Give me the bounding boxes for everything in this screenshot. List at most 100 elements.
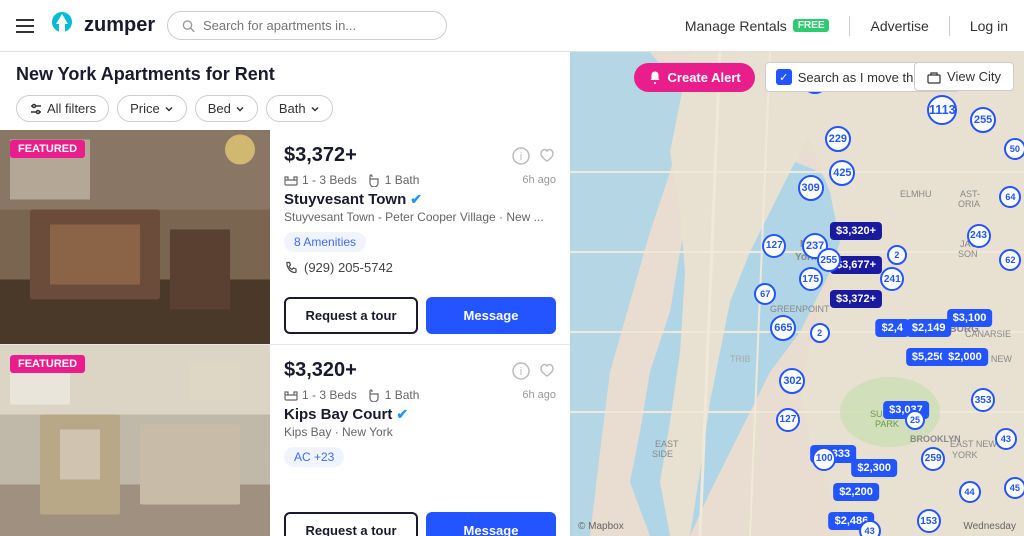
circle-marker[interactable]: 25: [905, 410, 925, 430]
heart-icon-2[interactable]: [538, 362, 556, 380]
logo[interactable]: zumper: [46, 10, 155, 42]
beds-meta-2: 1 - 3 Beds: [284, 388, 357, 402]
circle-marker[interactable]: 127: [776, 408, 800, 432]
view-city-button[interactable]: View City: [914, 62, 1014, 91]
circle-marker[interactable]: 153: [917, 509, 941, 533]
listing-card-2: FEATURED $3,320+ i: [0, 345, 570, 536]
advertise-link[interactable]: Advertise: [870, 18, 928, 34]
circle-marker[interactable]: 302: [779, 368, 805, 394]
price-marker[interactable]: $3,320+: [830, 222, 882, 240]
listing-name-1: Stuyvesant Town ✔: [284, 191, 556, 208]
bath-label: Bath: [279, 101, 306, 116]
circle-marker[interactable]: 2: [810, 323, 830, 343]
circle-marker[interactable]: 43: [859, 520, 881, 536]
circle-marker[interactable]: 175: [799, 267, 823, 291]
bath-meta-2: 1 Bath: [367, 388, 420, 402]
listing-phone-1[interactable]: (929) 205-5742: [284, 260, 556, 275]
info-icon-1[interactable]: i: [512, 147, 530, 165]
circle-marker[interactable]: 2: [887, 245, 907, 265]
circle-marker[interactable]: 1113: [927, 95, 957, 125]
svg-text:EAST NEW: EAST NEW: [950, 439, 997, 449]
bath-label-1: 1 Bath: [385, 173, 420, 187]
listing-image-2[interactable]: FEATURED: [0, 345, 270, 536]
listings-header: New York Apartments for Rent All filters…: [0, 52, 570, 130]
mapbox-credit: © Mapbox: [578, 521, 624, 532]
search-input[interactable]: [203, 18, 432, 33]
bed-icon-2: [284, 388, 298, 402]
hamburger-icon[interactable]: [16, 19, 34, 33]
circle-marker[interactable]: 255: [817, 248, 841, 272]
circle-marker[interactable]: 64: [999, 186, 1021, 208]
price-marker[interactable]: $3,100: [947, 309, 993, 327]
circle-marker[interactable]: 353: [971, 388, 995, 412]
message-button-2[interactable]: Message: [426, 512, 556, 536]
circle-marker[interactable]: 50: [1004, 138, 1024, 160]
map-watermark: Wednesday: [963, 521, 1016, 532]
svg-text:YORK: YORK: [952, 450, 978, 460]
message-button-1[interactable]: Message: [426, 297, 556, 334]
listing-actions-2: Request a tour Message: [284, 512, 556, 536]
tour-button-2[interactable]: Request a tour: [284, 512, 418, 536]
phone-number-1: (929) 205-5742: [304, 260, 393, 275]
free-badge: FREE: [793, 19, 830, 32]
circle-marker[interactable]: 425: [829, 160, 855, 186]
circle-marker[interactable]: 100: [812, 447, 836, 471]
create-alert-button[interactable]: Create Alert: [634, 63, 755, 92]
city-icon: [927, 70, 941, 84]
bed-label: Bed: [208, 101, 231, 116]
bed-filter-button[interactable]: Bed: [195, 95, 258, 122]
manage-rentals-label: Manage Rentals: [685, 18, 787, 34]
listing-details-1: $3,372+ i: [270, 130, 570, 344]
info-icon-2[interactable]: i: [512, 362, 530, 380]
circle-marker[interactable]: 127: [762, 234, 786, 258]
price-marker[interactable]: $2,4: [876, 319, 909, 337]
price-marker[interactable]: $2,000: [942, 348, 988, 366]
circle-marker[interactable]: 44: [959, 481, 981, 503]
heart-icon-1[interactable]: [538, 147, 556, 165]
listing-actions-1: Request a tour Message: [284, 297, 556, 334]
circle-marker[interactable]: 45: [1004, 477, 1024, 499]
beds-meta-1: 1 - 3 Beds: [284, 173, 357, 187]
price-filter-button[interactable]: Price: [117, 95, 187, 122]
manage-rentals[interactable]: Manage Rentals FREE: [685, 18, 830, 34]
circle-marker[interactable]: 62: [999, 249, 1021, 271]
circle-marker[interactable]: 67: [754, 283, 776, 305]
listing-icon-group-1: i: [512, 147, 556, 165]
circle-marker[interactable]: 43: [995, 428, 1017, 450]
price-marker[interactable]: $3,372+: [830, 290, 882, 308]
circle-marker[interactable]: 243: [967, 224, 991, 248]
listing-price-row-2: $3,320+ i: [284, 359, 556, 382]
create-alert-label: Create Alert: [668, 70, 741, 85]
price-marker[interactable]: $2,200: [833, 483, 879, 501]
amenities-tag-2[interactable]: AC +23: [284, 447, 344, 467]
svg-text:ELMHU: ELMHU: [900, 189, 932, 199]
listing-details-2: $3,320+ i: [270, 345, 570, 536]
svg-text:AST-: AST-: [960, 189, 980, 199]
map-panel[interactable]: SUNSET PARK New York WILLIAMSBURG BROOKL…: [570, 52, 1024, 536]
search-icon: [182, 19, 195, 33]
circle-marker[interactable]: 259: [921, 447, 945, 471]
circle-marker[interactable]: 309: [798, 175, 824, 201]
circle-marker[interactable]: 665: [770, 315, 796, 341]
circle-marker[interactable]: 255: [970, 107, 996, 133]
verified-icon-1: ✔: [410, 191, 422, 208]
all-filters-button[interactable]: All filters: [16, 95, 109, 122]
listing-icon-group-2: i: [512, 362, 556, 380]
tour-button-1[interactable]: Request a tour: [284, 297, 418, 334]
svg-text:EAST: EAST: [655, 439, 679, 449]
price-marker[interactable]: $2,149: [906, 319, 952, 337]
amenities-tag-1[interactable]: 8 Amenities: [284, 232, 366, 252]
all-filters-label: All filters: [47, 101, 96, 116]
bell-icon: [648, 70, 662, 84]
listing-address-1: Stuyvesant Town - Peter Cooper Village ·…: [284, 210, 556, 224]
circle-marker[interactable]: 241: [880, 267, 904, 291]
bath-filter-button[interactable]: Bath: [266, 95, 333, 122]
listing-image-1[interactable]: FEATURED: [0, 130, 270, 344]
circle-marker[interactable]: 229: [825, 126, 851, 152]
search-bar[interactable]: [167, 11, 447, 40]
bath-meta-1: 1 Bath: [367, 173, 420, 187]
login-link[interactable]: Log in: [970, 18, 1008, 34]
logo-text: zumper: [84, 14, 155, 37]
price-marker[interactable]: $2,300: [851, 459, 897, 477]
svg-text:CANARSIE: CANARSIE: [965, 329, 1011, 339]
